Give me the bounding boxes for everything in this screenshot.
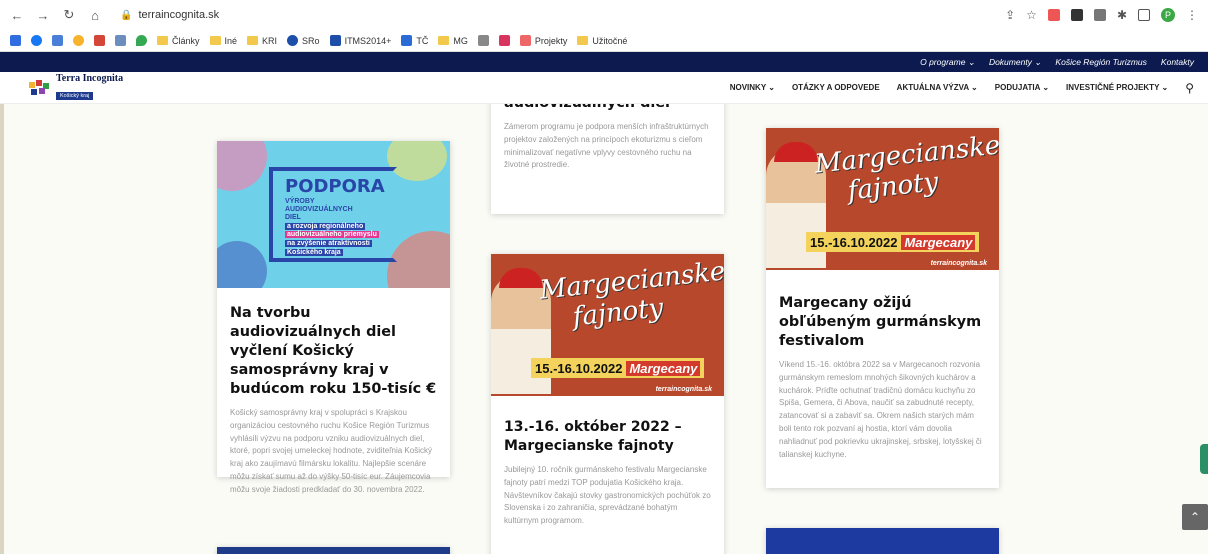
back-icon[interactable]: ← <box>10 8 24 23</box>
image-banner: 15.-16.10.2022 Margecany <box>531 358 705 378</box>
bookmark-link[interactable]: Projekty <box>519 35 567 46</box>
article-title[interactable]: Na tvorbu audiovizuálnych diel vyčlení K… <box>230 304 437 399</box>
bookmark-folder[interactable]: KRI <box>247 36 277 46</box>
sidepanel-icon[interactable] <box>1138 9 1150 21</box>
article-image[interactable]: PODPORA VÝROBY AUDIOVIZUÁLNYCH DIEL a ro… <box>217 141 450 288</box>
article-title[interactable]: 13.-16. október 2022 – Margecianske fajn… <box>504 418 711 456</box>
bookmark-icon[interactable] <box>498 35 510 46</box>
bookmark-link[interactable]: SRo <box>287 35 320 46</box>
main-nav: Terra Incognita Košický kraj NOVINKY ⌄ O… <box>0 72 1208 104</box>
image-banner: 15.-16.10.2022 Margecany <box>806 232 980 252</box>
home-icon[interactable]: ⌂ <box>88 8 102 23</box>
image-text: DIEL <box>285 214 301 221</box>
article-image[interactable]: Margecianske fajnoty 15.-16.10.2022 Marg… <box>766 128 999 270</box>
primary-menu: NOVINKY ⌄ OTÁZKY A ODPOVEDE AKTUÁLNA VÝZ… <box>730 81 1194 95</box>
logo-title: Terra Incognita <box>56 73 124 84</box>
image-text: na zvýšenie atraktívnosti <box>285 240 372 247</box>
bookmark-icon[interactable] <box>477 35 489 46</box>
bookmark-icon[interactable] <box>10 35 21 46</box>
image-heading: PODPORA <box>285 176 385 197</box>
site-topbar: O programe ⌄ Dokumenty ⌄ Košice Región T… <box>0 52 1208 72</box>
share-icon[interactable]: ⇪ <box>1005 8 1015 22</box>
bookmark-folder[interactable]: Články <box>157 36 200 46</box>
article-title[interactable]: Margecany ožijú obľúbeným gurmánskym fes… <box>779 294 986 351</box>
profile-avatar[interactable]: P <box>1161 8 1175 22</box>
bookmarks-bar: Články Iné KRI SRo ITMS2014+ TČ MG Proje… <box>0 30 1208 52</box>
logo-icon <box>28 79 50 97</box>
article-card[interactable]: Margecianske fajnoty 15.-16.10.2022 Marg… <box>766 128 999 488</box>
extension-icon[interactable] <box>1093 9 1106 21</box>
bookmark-icon[interactable] <box>73 35 84 46</box>
logo-subtitle: Košický kraj <box>56 92 94 100</box>
bookmark-folder[interactable]: Užitočné <box>577 36 627 46</box>
itms-icon <box>329 35 341 46</box>
bookmark-icon[interactable] <box>115 35 126 46</box>
menu-item-novinky[interactable]: NOVINKY ⌄ <box>730 83 775 92</box>
image-text: a rozvoja regionálneho <box>285 223 366 230</box>
image-text: AUDIOVIZUÁLNYCH <box>285 206 353 213</box>
article-excerpt: Košický samosprávny kraj v spolupráci s … <box>230 408 432 494</box>
menu-item-projekty[interactable]: INVESTIČNÉ PROJEKTY ⌄ <box>1066 83 1168 92</box>
gmail-icon[interactable] <box>94 35 105 46</box>
article-card[interactable]: PODPORA VÝROBY AUDIOVIZUÁLNYCH DIEL a ro… <box>217 141 450 494</box>
extension-icon[interactable] <box>1070 9 1083 21</box>
article-card[interactable] <box>217 547 450 554</box>
folder-icon <box>247 36 259 45</box>
topbar-link-kosice[interactable]: Košice Región Turizmus <box>1055 57 1147 67</box>
maps-icon[interactable] <box>136 35 147 46</box>
topbar-link-about[interactable]: O programe ⌄ <box>920 57 975 68</box>
folder-icon <box>438 36 450 45</box>
article-excerpt: Zámerom programu je podpora menších infr… <box>504 122 709 170</box>
bookmark-folder[interactable]: Iné <box>209 36 237 46</box>
image-text: Košického kraja <box>285 249 343 256</box>
facebook-icon[interactable] <box>31 35 42 46</box>
content-area: PODPORA VÝROBY AUDIOVIZUÁLNYCH DIEL a ro… <box>0 104 1208 554</box>
puzzle-icon[interactable]: ✱ <box>1117 8 1127 22</box>
menu-dots-icon[interactable]: ⋮ <box>1186 8 1198 22</box>
article-excerpt: Jubilejný 10. ročník gurmánskeho festiva… <box>504 465 711 526</box>
folder-icon <box>209 36 221 45</box>
browser-toolbar: ← → ↻ ⌂ 🔒 terraincognita.sk ⇪ ☆ ✱ P ⋮ <box>0 0 1208 30</box>
image-text: VÝROBY <box>285 198 315 205</box>
menu-item-faq[interactable]: OTÁZKY A ODPOVEDE <box>792 83 880 92</box>
article-title[interactable]: audiovizuálnych diel <box>504 104 711 113</box>
image-heading: Margecianske fajnoty <box>538 256 724 333</box>
site-logo[interactable]: Terra Incognita Košický kraj <box>28 73 123 102</box>
image-text: audiovizuálneho priemyslu <box>285 231 379 238</box>
image-site: terraincognita.sk <box>655 386 712 393</box>
menu-item-podujatia[interactable]: PODUJATIA ⌄ <box>995 83 1049 92</box>
bookmark-folder[interactable]: MG <box>438 36 468 46</box>
bookmark-link[interactable]: TČ <box>401 35 428 46</box>
image-site: terraincognita.sk <box>930 260 987 267</box>
extension-icon[interactable] <box>1047 9 1060 21</box>
menu-item-vyzva[interactable]: AKTUÁLNA VÝZVA ⌄ <box>897 83 978 92</box>
projekty-icon <box>519 35 531 46</box>
folder-icon <box>157 36 168 45</box>
left-edge <box>0 104 4 554</box>
image-heading: Margecianske fajnoty <box>813 130 999 207</box>
sro-icon <box>287 35 299 46</box>
forward-icon[interactable]: → <box>36 8 50 23</box>
search-icon[interactable]: ⚲ <box>1185 81 1194 95</box>
url-text: terraincognita.sk <box>138 9 220 21</box>
article-card[interactable]: audiovizuálnych diel Zámerom programu je… <box>491 104 724 214</box>
lock-icon: 🔒 <box>120 9 133 21</box>
topbar-link-contacts[interactable]: Kontakty <box>1161 57 1194 67</box>
topbar-link-documents[interactable]: Dokumenty ⌄ <box>989 57 1041 68</box>
chevron-up-icon: ⌃ <box>1189 510 1201 524</box>
bookmark-icon[interactable] <box>52 35 63 46</box>
article-image[interactable]: Margecianske fajnoty 15.-16.10.2022 Marg… <box>491 254 724 396</box>
accessibility-widget[interactable] <box>1200 444 1208 474</box>
star-icon[interactable]: ☆ <box>1026 8 1037 22</box>
address-bar[interactable]: 🔒 terraincognita.sk <box>114 4 993 26</box>
article-excerpt: Víkend 15.-16. októbra 2022 sa v Margeca… <box>779 360 982 459</box>
article-card[interactable] <box>766 528 999 554</box>
folder-icon <box>577 36 589 45</box>
reload-icon[interactable]: ↻ <box>62 7 76 23</box>
scroll-to-top-button[interactable]: ⌃ <box>1182 504 1208 530</box>
bookmark-link[interactable]: ITMS2014+ <box>329 35 391 46</box>
tc-icon <box>401 35 413 46</box>
article-card[interactable]: Margecianske fajnoty 15.-16.10.2022 Marg… <box>491 254 724 554</box>
